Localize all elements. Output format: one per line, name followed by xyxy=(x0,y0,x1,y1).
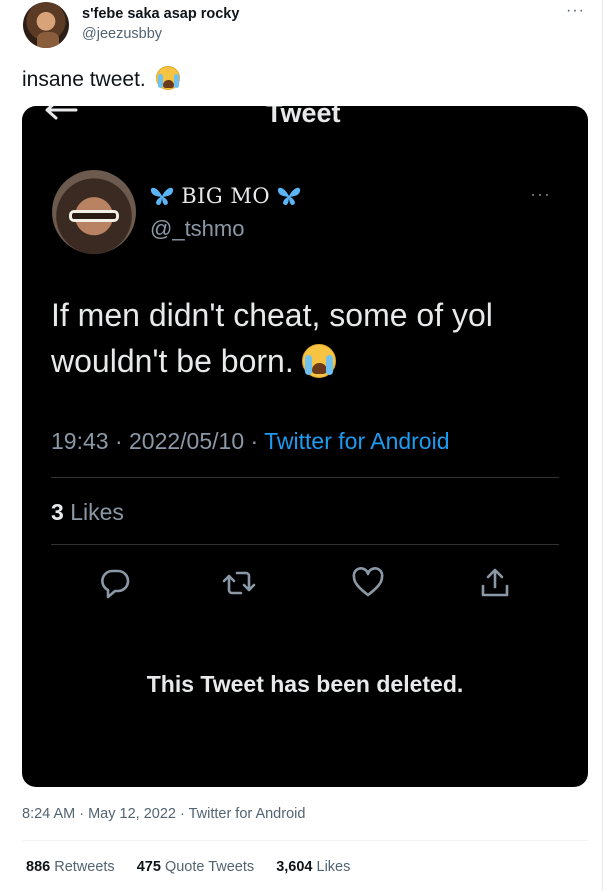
screenshot-time: 19:43 · 2022/05/10 · xyxy=(51,428,265,454)
reply-icon xyxy=(101,569,130,599)
likes-label: Likes xyxy=(316,859,351,875)
tweet-timestamp[interactable]: 8:24 AM · May 12, 2022 · Twitter for And… xyxy=(22,806,305,822)
screenshot-likes: 3 Likes xyxy=(51,499,124,526)
tweet-text: insane tweet. xyxy=(22,66,180,92)
butterfly-icon xyxy=(150,187,174,205)
page-divider xyxy=(602,0,603,891)
deleted-notice: This Tweet has been deleted. xyxy=(146,671,464,697)
screenshot-source: Twitter for Android xyxy=(264,428,450,454)
divider xyxy=(51,477,559,478)
screenshot-timestamp: 19:43 · 2022/05/10 · Twitter for Android xyxy=(51,428,450,455)
screenshot-tweet-text: If men didn't cheat, some of yol wouldn'… xyxy=(51,292,571,384)
likes-count: 3,604 xyxy=(276,859,313,875)
screenshot-author-name: BIG MO xyxy=(150,184,301,208)
quote-tweets-count: 475 xyxy=(136,859,161,875)
loudly-crying-face-emoji-icon xyxy=(301,344,336,378)
like-icon xyxy=(352,567,384,597)
divider xyxy=(51,544,559,545)
share-icon xyxy=(481,568,509,597)
screenshot-tweet-text-content: If men didn't cheat, some of yol wouldn'… xyxy=(51,297,493,379)
retweets-label: Retweets xyxy=(54,859,115,875)
screenshot-likes-count: 3 xyxy=(51,499,64,525)
retweets-count: 886 xyxy=(26,859,51,875)
quote-tweets-label: Quote Tweets xyxy=(164,859,255,875)
tweet-stats: 886 Retweets 475 Quote Tweets 3,604 Like… xyxy=(26,859,368,875)
loudly-crying-face-emoji-icon xyxy=(155,66,180,90)
screenshot-likes-label: Likes xyxy=(70,499,124,525)
tweet-text-content: insane tweet. xyxy=(22,68,146,91)
butterfly-icon xyxy=(278,187,301,205)
author-avatar[interactable] xyxy=(23,2,69,48)
tweet-screenshot-image[interactable]: Tweet BIG MO @_tshmo ··· If men didn't c… xyxy=(22,106,588,787)
retweet-icon xyxy=(222,571,256,595)
screenshot-heading: Tweet xyxy=(266,106,341,128)
more-icon[interactable]: ··· xyxy=(566,2,585,20)
divider xyxy=(22,840,588,841)
quote-tweets-stat[interactable]: 475 Quote Tweets xyxy=(137,859,254,875)
likes-stat[interactable]: 3,604 Likes xyxy=(276,859,350,875)
screenshot-more-icon: ··· xyxy=(530,184,551,204)
author-name[interactable]: s'febe saka asap rocky xyxy=(82,6,239,22)
retweets-stat[interactable]: 886 Retweets xyxy=(26,859,115,875)
screenshot-author-name-text: BIG MO xyxy=(181,184,271,208)
screenshot-author-handle: @_tshmo xyxy=(150,216,245,241)
screenshot-author-avatar xyxy=(52,170,136,254)
back-arrow-icon xyxy=(45,106,78,120)
author-handle[interactable]: @jeezusbby xyxy=(82,26,162,42)
